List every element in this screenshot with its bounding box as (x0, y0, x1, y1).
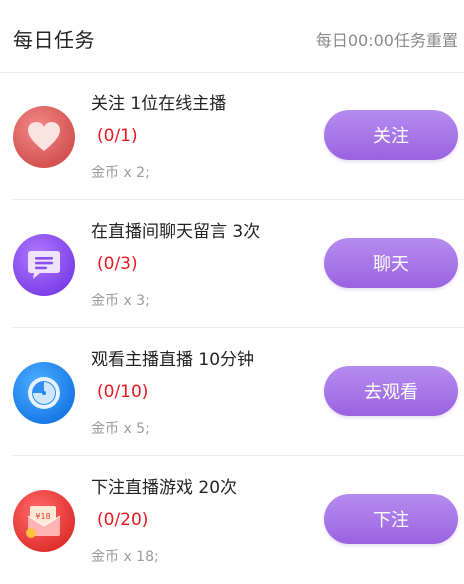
task-chat: 在直播间聊天留言 3次 (0/3) 金币 x 3; 聊天 (0, 200, 464, 328)
follow-button[interactable]: 关注 (324, 110, 458, 160)
task-progress: (0/20) (97, 510, 149, 530)
heart-icon (13, 106, 75, 168)
task-follow: 关注 1位在线主播 (0/1) 金币 x 2; 关注 (0, 72, 464, 200)
header: 每日任务 每日00:00任务重置 (0, 0, 464, 73)
bet-button[interactable]: 下注 (324, 494, 458, 544)
clock-icon (13, 362, 75, 424)
task-progress: (0/1) (97, 126, 138, 146)
task-progress: (0/3) (97, 254, 138, 274)
task-reward: 金币 x 3; (91, 293, 150, 309)
page-title: 每日任务 (13, 28, 95, 52)
red-envelope-icon: ¥18 (13, 490, 75, 552)
envelope-amount: ¥18 (35, 512, 50, 521)
reset-note: 每日00:00任务重置 (315, 31, 458, 50)
chat-button[interactable]: 聊天 (324, 238, 458, 288)
task-watch: 观看主播直播 10分钟 (0/10) 金币 x 5; 去观看 (0, 328, 464, 456)
task-progress: (0/10) (97, 382, 149, 402)
task-title: 在直播间聊天留言 3次 (0/3) (91, 222, 261, 274)
task-bet: ¥18 下注直播游戏 20次 (0/20) 金币 x 18; 下注 (0, 456, 464, 584)
task-reward: 金币 x 2; (91, 165, 150, 181)
task-title: 下注直播游戏 20次 (0/20) (91, 478, 238, 530)
chat-icon (13, 234, 75, 296)
task-reward: 金币 x 5; (91, 421, 150, 437)
task-reward: 金币 x 18; (91, 549, 159, 565)
task-title: 关注 1位在线主播 (0/1) (91, 94, 227, 146)
watch-button[interactable]: 去观看 (324, 366, 458, 416)
task-title: 观看主播直播 10分钟 (0/10) (91, 350, 255, 402)
